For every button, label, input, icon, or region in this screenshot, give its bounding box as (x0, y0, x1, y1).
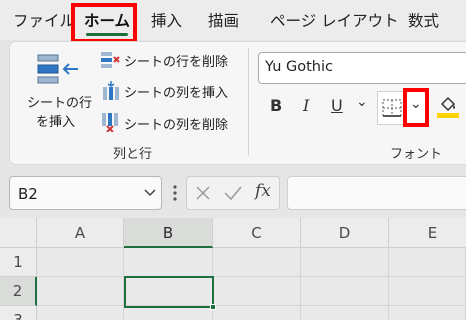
italic-button[interactable]: I (303, 96, 309, 115)
font-name-value: Yu Gothic (265, 59, 333, 75)
group-separator (248, 48, 249, 156)
cell[interactable] (213, 277, 301, 306)
cell[interactable] (301, 306, 389, 320)
borders-dropdown-highlight-box[interactable]: ⌄ (403, 88, 429, 127)
column-header[interactable]: D (301, 218, 389, 248)
cell[interactable] (37, 248, 124, 277)
underline-dropdown-icon[interactable]: ⌄ (356, 94, 368, 110)
select-all-corner[interactable] (0, 218, 37, 248)
cell[interactable] (301, 277, 389, 306)
tab-insert[interactable]: 挿入 (151, 9, 182, 31)
cell[interactable] (37, 277, 124, 306)
cancel-icon[interactable] (195, 185, 211, 201)
font-name-select[interactable]: Yu Gothic (258, 52, 466, 84)
delete-columns-icon (102, 113, 118, 132)
fill-handle[interactable] (210, 304, 216, 310)
row-header-selected[interactable]: 2 (0, 277, 37, 306)
row-header[interactable]: 1 (0, 248, 37, 277)
delete-rows-button[interactable]: シートの行を削除 (124, 51, 228, 70)
insert-rows-label-line2[interactable]: を挿入 (36, 111, 75, 130)
tab-formulas[interactable]: 数式 (408, 9, 439, 31)
fill-color-icon[interactable] (436, 95, 460, 119)
insert-rows-label-line1[interactable]: シートの行 (27, 92, 92, 111)
insert-rows-icon[interactable] (36, 52, 80, 88)
active-cell-b2[interactable] (124, 276, 214, 308)
column-header[interactable]: E (389, 218, 466, 248)
bold-button[interactable]: B (270, 96, 282, 115)
name-box-value: B2 (18, 185, 38, 203)
tab-draw[interactable]: 描画 (208, 9, 239, 31)
font-group-label: フォント (390, 147, 443, 162)
underline-button[interactable]: U (331, 96, 343, 115)
borders-dropdown-icon[interactable]: ⌄ (410, 96, 422, 112)
insert-columns-button[interactable]: シートの列を挿入 (124, 82, 228, 101)
delete-rows-icon (101, 52, 120, 68)
name-box[interactable]: B2 (9, 176, 162, 210)
cell[interactable] (213, 306, 301, 320)
insert-columns-icon (103, 81, 119, 100)
column-header-selected[interactable]: B (124, 218, 213, 248)
tab-page-layout[interactable]: ページ レイアウト (270, 9, 399, 31)
cells-group-label: 列と行 (113, 147, 153, 162)
insert-function-button[interactable]: fx (255, 181, 271, 201)
ribbon-tabs: ファイル ホーム 挿入 描画 ページ レイアウト 数式 (0, 0, 466, 40)
enter-check-icon[interactable] (223, 185, 243, 201)
tab-file[interactable]: ファイル (13, 9, 75, 31)
cell[interactable] (389, 306, 466, 320)
cell[interactable] (124, 306, 213, 320)
cell[interactable] (389, 248, 466, 277)
cell[interactable] (213, 248, 301, 277)
cell[interactable] (389, 277, 466, 306)
cell[interactable] (37, 306, 124, 320)
cell[interactable] (301, 248, 389, 277)
formula-input[interactable] (287, 176, 466, 210)
more-options-icon[interactable] (172, 184, 178, 202)
borders-icon (382, 99, 402, 117)
row-header[interactable]: 3 (0, 306, 37, 320)
column-header[interactable]: C (213, 218, 301, 248)
chevron-down-icon[interactable] (144, 189, 156, 197)
home-tab-highlight-box (71, 3, 137, 43)
column-header[interactable]: A (37, 218, 124, 248)
cell[interactable] (124, 248, 213, 277)
delete-columns-button[interactable]: シートの列を削除 (124, 114, 228, 133)
